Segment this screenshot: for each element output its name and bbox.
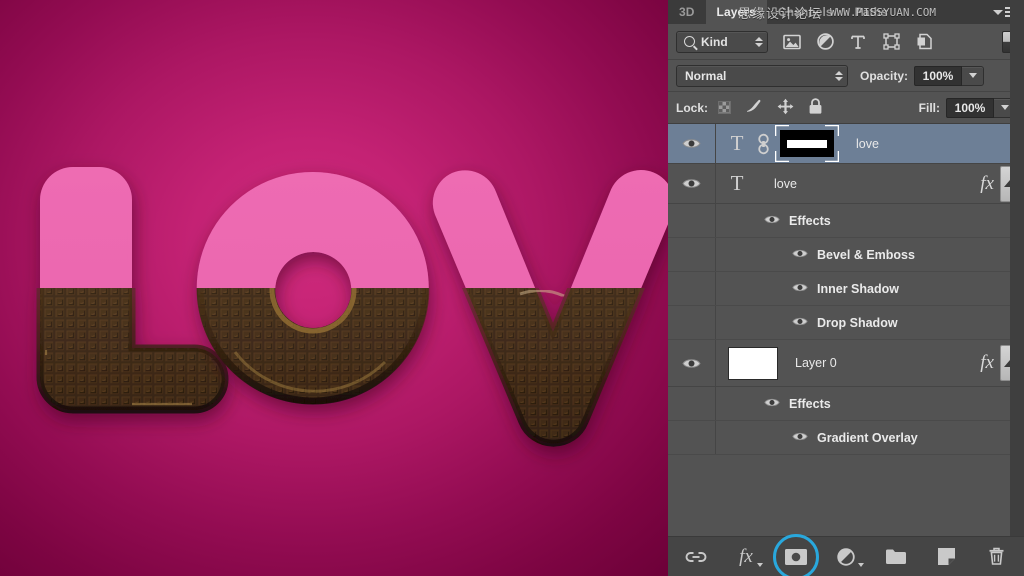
- effect-label: Bevel & Emboss: [817, 248, 915, 262]
- effect-visibility-toggle[interactable]: [792, 316, 808, 330]
- up-down-arrows-icon[interactable]: [749, 37, 763, 47]
- table-row[interactable]: T love: [668, 124, 1024, 164]
- eye-icon: [792, 316, 808, 327]
- type-layer-thumbnail: T: [722, 131, 752, 156]
- chevron-down-icon: [993, 10, 1003, 15]
- effect-label: Drop Shadow: [817, 316, 898, 330]
- blend-mode-value: Normal: [685, 69, 726, 83]
- layers-panel: 3D Layers Channels Paths 思缘设计论坛 WWW.MISS…: [668, 0, 1024, 576]
- layer-name: Layer 0: [795, 356, 837, 370]
- panel-right-edge: [1010, 0, 1024, 536]
- search-icon: [684, 36, 695, 47]
- fill-label: Fill:: [919, 101, 940, 115]
- tab-layers[interactable]: Layers: [706, 0, 767, 24]
- add-layer-style-button[interactable]: fx: [734, 545, 758, 569]
- screenshot-root: 3D Layers Channels Paths 思缘设计论坛 WWW.MISS…: [0, 0, 1024, 576]
- effects-visibility-toggle[interactable]: [764, 397, 780, 411]
- layer-fx-icon[interactable]: fx: [980, 352, 994, 374]
- panel-tab-bar: 3D Layers Channels Paths 思缘设计论坛 WWW.MISS…: [668, 0, 1024, 24]
- blend-mode-select[interactable]: Normal: [676, 65, 848, 87]
- layer-visibility-toggle[interactable]: [668, 164, 716, 203]
- opacity-dropdown-arrow[interactable]: [962, 66, 984, 86]
- filter-smart-object-icon[interactable]: [914, 32, 934, 52]
- effect-visibility-toggle[interactable]: [792, 248, 808, 262]
- filter-kind-label: Kind: [701, 35, 728, 49]
- lock-image-pixels-icon[interactable]: [745, 98, 763, 117]
- opacity-label: Opacity:: [860, 69, 908, 83]
- filter-kind-select[interactable]: Kind: [676, 31, 768, 53]
- effect-visibility-toggle[interactable]: [792, 282, 808, 296]
- eye-icon: [792, 282, 808, 293]
- list-item[interactable]: Effects: [668, 387, 1024, 421]
- lock-buttons: [718, 98, 823, 118]
- lock-row: Lock: Fill: 100%: [668, 92, 1024, 124]
- effect-label: Inner Shadow: [817, 282, 899, 296]
- effects-visibility-toggle[interactable]: [764, 214, 780, 228]
- delete-layer-button[interactable]: [984, 545, 1008, 569]
- tab-channels[interactable]: Channels: [767, 0, 844, 24]
- lock-transparent-pixels-icon[interactable]: [718, 101, 731, 114]
- lock-all-icon[interactable]: [808, 98, 823, 118]
- tab-paths[interactable]: Paths: [844, 0, 899, 24]
- layer-visibility-toggle[interactable]: [668, 124, 716, 163]
- effects-group-label: Effects: [789, 214, 831, 228]
- list-item[interactable]: Inner Shadow: [668, 272, 1024, 306]
- new-adjustment-layer-button[interactable]: [834, 545, 858, 569]
- document-canvas[interactable]: [0, 0, 668, 576]
- layers-panel-toolbar: fx: [668, 536, 1024, 576]
- opacity-value[interactable]: 100%: [914, 66, 962, 86]
- lock-label: Lock:: [676, 101, 708, 115]
- eye-icon: [764, 397, 780, 408]
- new-group-button[interactable]: [884, 545, 908, 569]
- eye-icon: [682, 357, 701, 370]
- effects-group-label: Effects: [789, 397, 831, 411]
- layer-name: love: [856, 137, 879, 151]
- layer-name: love: [774, 177, 797, 191]
- eye-icon: [682, 177, 701, 190]
- effect-visibility-toggle[interactable]: [792, 431, 808, 445]
- fill-field[interactable]: 100%: [946, 98, 1016, 118]
- new-layer-button[interactable]: [934, 545, 958, 569]
- list-item[interactable]: Drop Shadow: [668, 306, 1024, 340]
- layer-visibility-toggle[interactable]: [668, 340, 716, 386]
- table-row[interactable]: T love fx: [668, 164, 1024, 204]
- filter-pixel-layers-icon[interactable]: [782, 32, 802, 52]
- chocolate-love-artwork: [0, 0, 668, 576]
- table-row[interactable]: Layer 0 fx: [668, 340, 1024, 387]
- filter-type-buttons: [782, 32, 934, 52]
- type-layer-thumbnail: T: [722, 171, 752, 196]
- filter-type-layers-icon[interactable]: [848, 32, 868, 52]
- layer-fx-icon[interactable]: fx: [980, 173, 994, 195]
- up-down-arrows-icon[interactable]: [829, 71, 843, 81]
- eye-icon: [682, 137, 701, 150]
- link-icon[interactable]: [752, 133, 774, 155]
- filter-shape-layers-icon[interactable]: [881, 32, 901, 52]
- effect-label: Gradient Overlay: [817, 431, 918, 445]
- layer-filter-row: Kind: [668, 24, 1024, 60]
- layers-list: T love: [668, 124, 1024, 455]
- add-layer-mask-button[interactable]: [784, 545, 808, 569]
- list-item[interactable]: Bevel & Emboss: [668, 238, 1024, 272]
- layer-thumbnail[interactable]: [728, 347, 778, 380]
- opacity-field[interactable]: 100%: [914, 66, 984, 86]
- eye-icon: [792, 248, 808, 259]
- filter-adjustment-layers-icon[interactable]: [815, 32, 835, 52]
- link-layers-button[interactable]: [684, 545, 708, 569]
- blend-mode-row: Normal Opacity: 100%: [668, 60, 1024, 92]
- list-item[interactable]: Gradient Overlay: [668, 421, 1024, 455]
- fill-value[interactable]: 100%: [946, 98, 994, 118]
- eye-icon: [764, 214, 780, 225]
- layer-mask-thumbnail[interactable]: [780, 130, 834, 157]
- lock-position-icon[interactable]: [777, 98, 794, 118]
- eye-icon: [792, 431, 808, 442]
- selection-bracket-icon: [775, 125, 839, 162]
- list-item[interactable]: Effects: [668, 204, 1024, 238]
- tab-3d[interactable]: 3D: [668, 0, 706, 24]
